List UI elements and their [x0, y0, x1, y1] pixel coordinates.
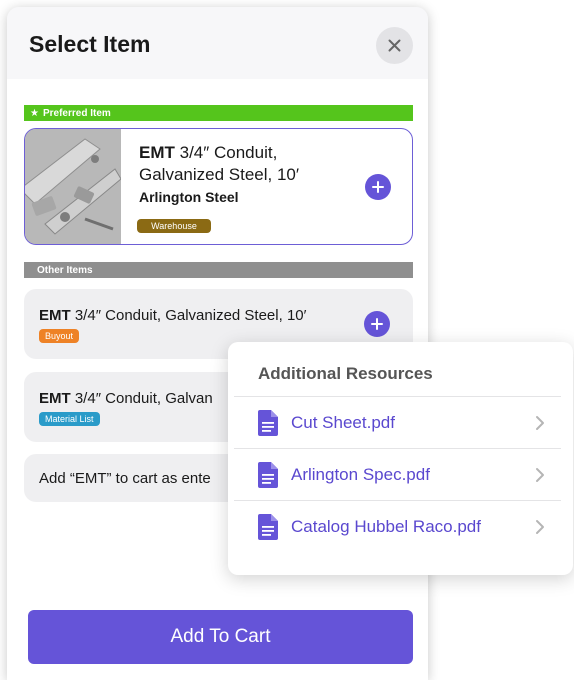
modal-header: Select Item [7, 7, 428, 79]
additional-resources-popover: Additional Resources Cut Sheet.pdf Arlin… [228, 342, 573, 575]
resource-label: Catalog Hubbel Raco.pdf [291, 517, 481, 536]
chevron-right-icon [536, 520, 544, 534]
resource-label: Arlington Spec.pdf [291, 465, 430, 484]
other-item-description: 3/4″ Conduit, Galvan [70, 390, 213, 407]
other-items-header: Other Items [24, 262, 413, 278]
product-photo [25, 129, 122, 244]
preferred-item-brand: EMT [139, 143, 175, 162]
plus-icon [372, 181, 384, 193]
star-icon: ★ [30, 107, 39, 119]
add-to-cart-button[interactable]: Add To Cart [28, 610, 413, 664]
material-list-badge: Material List [39, 412, 100, 426]
preferred-item-vendor: Arlington Steel [139, 189, 239, 205]
other-item-brand: EMT [39, 307, 71, 324]
popover-title: Additional Resources [258, 364, 433, 383]
other-item-title: EMT 3/4″ Conduit, Galvanized Steel, 10′ [39, 307, 306, 324]
add-preferred-item-button[interactable] [365, 174, 391, 200]
other-item-title: EMT 3/4″ Conduit, Galvan [39, 390, 213, 407]
resource-link[interactable]: Catalog Hubbel Raco.pdf [234, 500, 561, 552]
modal-title: Select Item [29, 31, 151, 57]
warehouse-badge: Warehouse [137, 219, 211, 233]
buyout-badge: Buyout [39, 329, 80, 343]
close-icon [388, 39, 401, 52]
other-item-description: 3/4″ Conduit, Galvanized Steel, 10′ [70, 307, 307, 324]
chevron-right-icon [536, 416, 544, 430]
product-image [25, 129, 122, 244]
document-icon [258, 410, 278, 436]
document-icon [258, 514, 278, 540]
other-item-brand: EMT [39, 390, 71, 407]
add-other-item-button[interactable] [364, 311, 390, 337]
resource-label: Cut Sheet.pdf [291, 413, 395, 432]
chevron-right-icon [536, 468, 544, 482]
resource-link[interactable]: Arlington Spec.pdf [234, 448, 561, 500]
plus-icon [371, 318, 383, 330]
preferred-item-label: Preferred Item [42, 107, 111, 119]
close-button[interactable] [376, 27, 413, 64]
add-custom-item-text: Add “EMT” to cart as ente [39, 470, 211, 487]
preferred-item-card[interactable]: EMT 3/4″ Conduit, Galvanized Steel, 10′ … [24, 128, 413, 245]
resource-link[interactable]: Cut Sheet.pdf [234, 396, 561, 448]
document-icon [258, 462, 278, 488]
preferred-item-title: EMT 3/4″ Conduit, Galvanized Steel, 10′ [139, 142, 359, 186]
preferred-item-header: ★ Preferred Item [24, 105, 413, 121]
other-items-label: Other Items [37, 264, 93, 276]
